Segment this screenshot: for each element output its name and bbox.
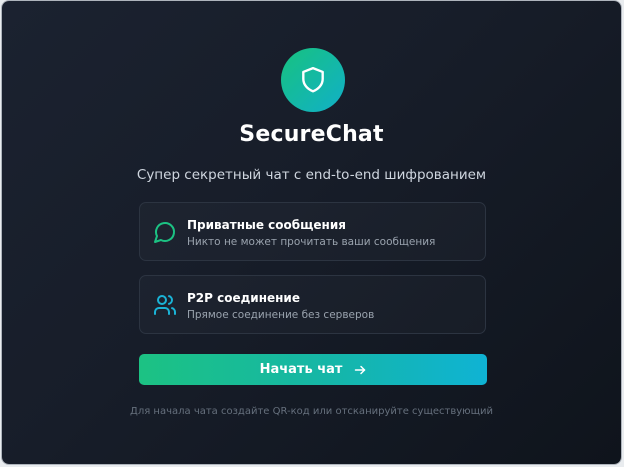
app-window: SecureChat Супер секретный чат с end-to-… bbox=[2, 1, 621, 464]
footer-hint: Для начала чата создайте QR-код или отск… bbox=[130, 406, 493, 417]
feature-card-private-messages: Приватные сообщения Никто не может прочи… bbox=[139, 202, 486, 261]
arrow-right-icon bbox=[354, 364, 366, 376]
start-chat-label: Начать чат bbox=[259, 362, 343, 377]
app-subtitle: Супер секретный чат с end-to-end шифрова… bbox=[136, 167, 487, 183]
chat-bubble-icon bbox=[153, 220, 177, 244]
start-chat-button[interactable]: Начать чат bbox=[139, 354, 487, 385]
feature-card-p2p: P2P соединение Прямое соединение без сер… bbox=[139, 275, 486, 334]
shield-icon bbox=[300, 66, 326, 94]
users-icon bbox=[153, 293, 177, 317]
app-logo bbox=[281, 48, 345, 112]
feature-description: Прямое соединение без серверов bbox=[187, 309, 375, 321]
feature-title: Приватные сообщения bbox=[187, 218, 346, 232]
app-title: SecureChat bbox=[239, 122, 384, 147]
feature-description: Никто не может прочитать ваши сообщения bbox=[187, 236, 436, 248]
feature-title: P2P соединение bbox=[187, 291, 300, 305]
